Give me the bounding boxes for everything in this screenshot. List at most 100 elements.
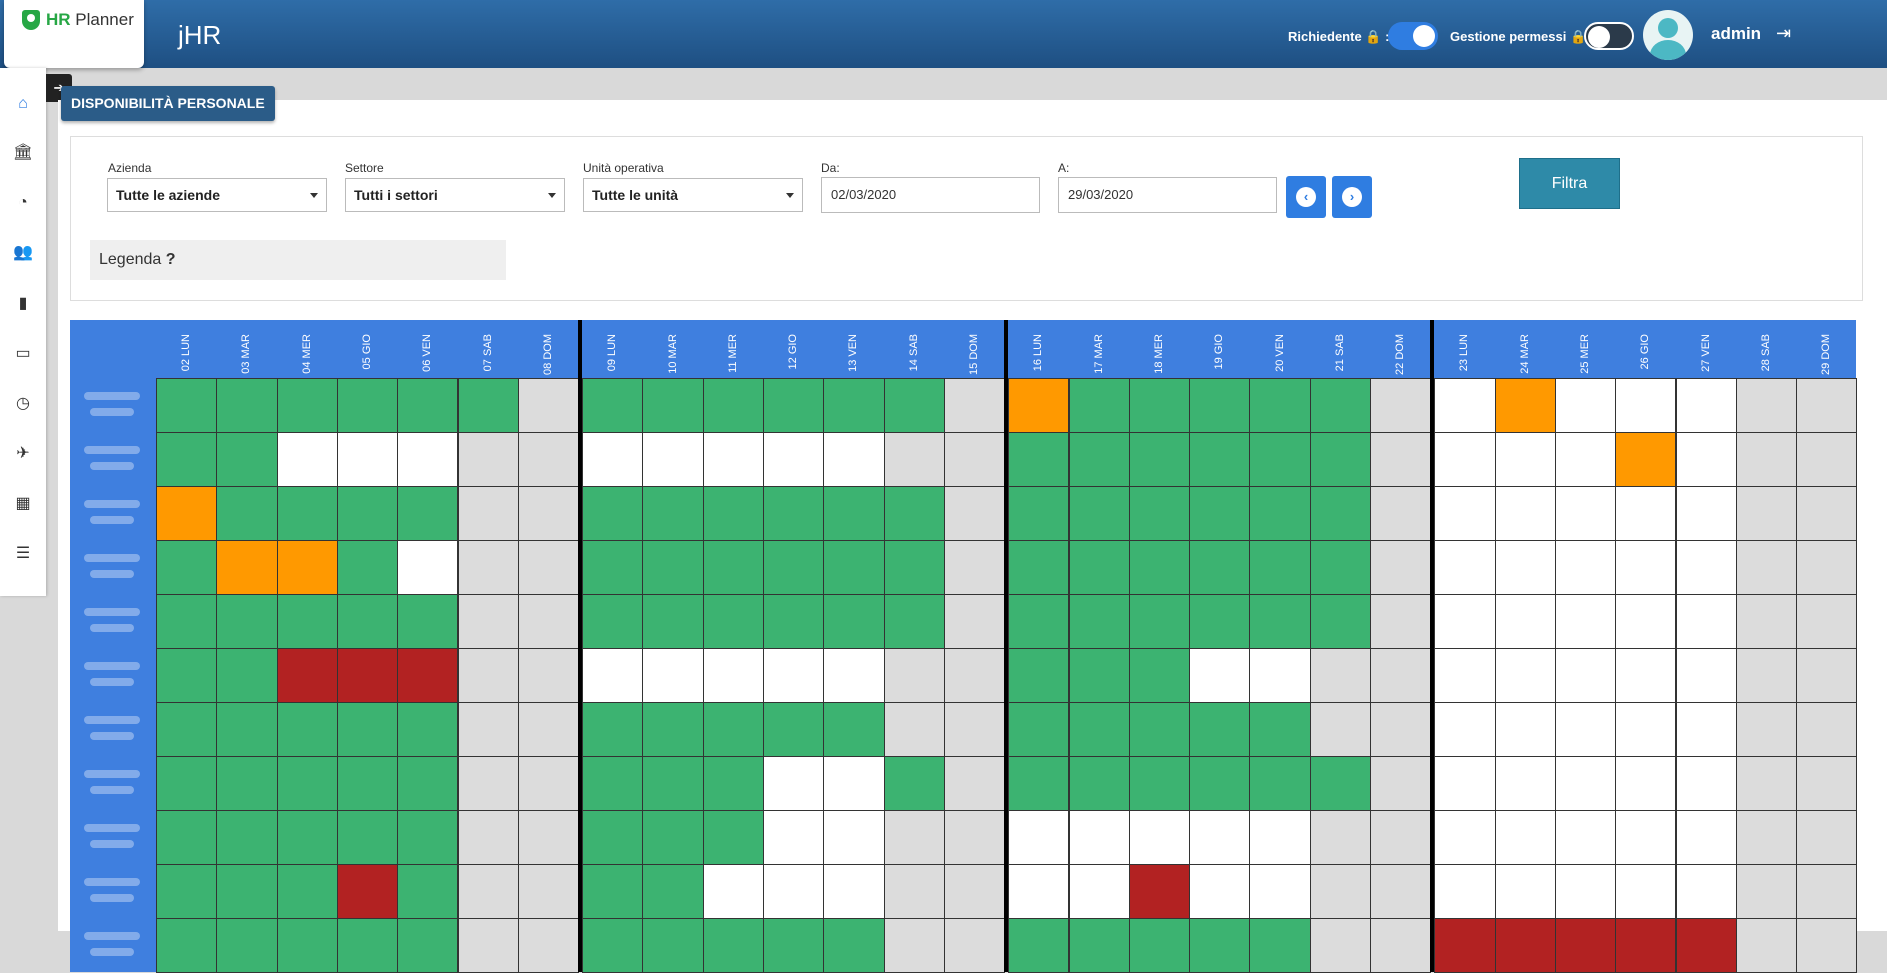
availability-cell[interactable]: [1434, 594, 1496, 649]
availability-cell[interactable]: [1554, 540, 1617, 595]
availability-cell[interactable]: [1189, 378, 1251, 433]
availability-cell[interactable]: [216, 378, 278, 433]
list-icon[interactable]: ☰: [0, 539, 46, 569]
availability-cell[interactable]: [1309, 702, 1371, 757]
availability-cell[interactable]: [1494, 378, 1556, 433]
availability-cell[interactable]: [517, 540, 580, 595]
availability-cell[interactable]: [1309, 486, 1371, 541]
availability-cell[interactable]: [1675, 756, 1737, 811]
availability-cell[interactable]: [702, 540, 764, 595]
availability-cell[interactable]: [823, 756, 885, 811]
availability-cell[interactable]: [763, 918, 825, 973]
availability-cell[interactable]: [823, 918, 885, 973]
availability-cell[interactable]: [1128, 378, 1191, 433]
credit-card-icon[interactable]: ▭: [0, 339, 46, 369]
availability-cell[interactable]: [1615, 594, 1677, 649]
availability-cell[interactable]: [1615, 648, 1677, 703]
availability-cell[interactable]: [1370, 378, 1432, 433]
availability-cell[interactable]: [702, 486, 764, 541]
availability-cell[interactable]: [823, 702, 885, 757]
availability-cell[interactable]: [1008, 432, 1070, 487]
availability-cell[interactable]: [763, 432, 825, 487]
availability-cell[interactable]: [397, 432, 459, 487]
availability-cell[interactable]: [1615, 486, 1677, 541]
availability-cell[interactable]: [883, 378, 945, 433]
availability-cell[interactable]: [457, 594, 519, 649]
settore-select[interactable]: Tutti i settori: [345, 178, 565, 212]
availability-cell[interactable]: [156, 702, 218, 757]
availability-cell[interactable]: [1249, 864, 1311, 919]
id-badge-icon[interactable]: ▮: [0, 289, 46, 319]
availability-cell[interactable]: [336, 648, 399, 703]
availability-cell[interactable]: [1189, 648, 1251, 703]
availability-cell[interactable]: [943, 594, 1006, 649]
availability-cell[interactable]: [156, 486, 218, 541]
availability-cell[interactable]: [883, 594, 945, 649]
availability-cell[interactable]: [1735, 594, 1798, 649]
availability-cell[interactable]: [1249, 432, 1311, 487]
availability-cell[interactable]: [1309, 378, 1371, 433]
availability-cell[interactable]: [763, 594, 825, 649]
availability-cell[interactable]: [642, 486, 704, 541]
availability-cell[interactable]: [1615, 702, 1677, 757]
availability-cell[interactable]: [457, 864, 519, 919]
availability-cell[interactable]: [336, 486, 399, 541]
availability-cell[interactable]: [1675, 540, 1737, 595]
availability-cell[interactable]: [1675, 432, 1737, 487]
availability-cell[interactable]: [276, 702, 338, 757]
users-icon[interactable]: 👥: [0, 238, 46, 268]
availability-cell[interactable]: [1309, 432, 1371, 487]
availability-cell[interactable]: [1554, 702, 1617, 757]
availability-cell[interactable]: [1309, 648, 1371, 703]
availability-cell[interactable]: [1249, 540, 1311, 595]
availability-cell[interactable]: [336, 918, 399, 973]
availability-cell[interactable]: [582, 864, 644, 919]
availability-cell[interactable]: [1675, 486, 1737, 541]
availability-cell[interactable]: [336, 810, 399, 865]
availability-cell[interactable]: [397, 702, 459, 757]
availability-cell[interactable]: [1615, 432, 1677, 487]
availability-cell[interactable]: [1189, 486, 1251, 541]
availability-cell[interactable]: [1554, 918, 1617, 973]
availability-cell[interactable]: [1370, 756, 1432, 811]
availability-cell[interactable]: [1494, 486, 1556, 541]
availability-cell[interactable]: [582, 648, 644, 703]
availability-cell[interactable]: [763, 810, 825, 865]
availability-cell[interactable]: [517, 378, 580, 433]
availability-cell[interactable]: [1494, 540, 1556, 595]
prev-period-button[interactable]: ‹: [1286, 176, 1326, 218]
availability-cell[interactable]: [276, 864, 338, 919]
availability-cell[interactable]: [1554, 810, 1617, 865]
availability-cell[interactable]: [1494, 756, 1556, 811]
availability-cell[interactable]: [1494, 648, 1556, 703]
availability-cell[interactable]: [336, 594, 399, 649]
availability-cell[interactable]: [1735, 756, 1798, 811]
availability-cell[interactable]: [216, 486, 278, 541]
availability-cell[interactable]: [823, 810, 885, 865]
filtra-button[interactable]: Filtra: [1519, 158, 1620, 209]
logo[interactable]: HR Planner: [4, 0, 144, 68]
availability-cell[interactable]: [457, 540, 519, 595]
availability-cell[interactable]: [1128, 756, 1191, 811]
availability-cell[interactable]: [216, 864, 278, 919]
availability-cell[interactable]: [1309, 756, 1371, 811]
availability-cell[interactable]: [216, 918, 278, 973]
availability-cell[interactable]: [1189, 918, 1251, 973]
richiedente-toggle[interactable]: [1388, 22, 1438, 50]
availability-cell[interactable]: [397, 378, 459, 433]
availability-cell[interactable]: [1249, 378, 1311, 433]
availability-cell[interactable]: [763, 864, 825, 919]
availability-cell[interactable]: [702, 756, 764, 811]
availability-cell[interactable]: [1554, 432, 1617, 487]
availability-cell[interactable]: [1189, 702, 1251, 757]
availability-cell[interactable]: [883, 432, 945, 487]
availability-cell[interactable]: [1554, 648, 1617, 703]
availability-cell[interactable]: [642, 810, 704, 865]
availability-cell[interactable]: [642, 702, 704, 757]
availability-cell[interactable]: [1434, 810, 1496, 865]
availability-cell[interactable]: [1434, 864, 1496, 919]
availability-cell[interactable]: [1370, 918, 1432, 973]
availability-cell[interactable]: [823, 540, 885, 595]
availability-cell[interactable]: [1370, 594, 1432, 649]
availability-cell[interactable]: [642, 540, 704, 595]
